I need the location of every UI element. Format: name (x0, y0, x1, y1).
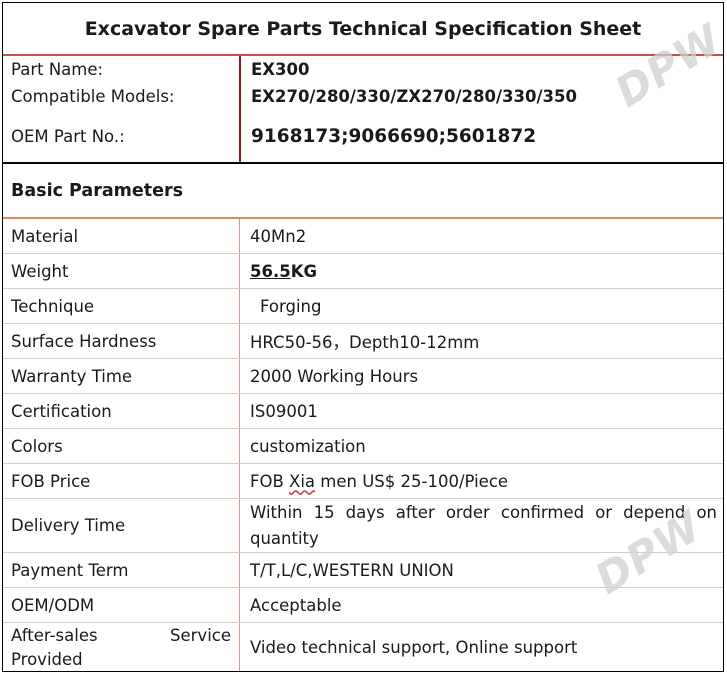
param-row-certification: Certification IS09001 (3, 394, 723, 429)
param-row-warranty: Warranty Time 2000 Working Hours (3, 359, 723, 394)
param-label: OEM/ODM (11, 595, 95, 615)
param-label: Surface Hardness (11, 331, 157, 351)
param-label: Weight (11, 261, 69, 281)
fob-prefix: FOB (250, 471, 290, 491)
param-label: Certification (11, 401, 112, 421)
fob-city-part: Xia (289, 471, 316, 491)
param-label: Warranty Time (11, 366, 133, 386)
param-label: Delivery Time (11, 516, 126, 535)
weight-number: 56.5 (250, 261, 291, 281)
oem-part-no-label: OEM Part No.: (11, 126, 125, 146)
param-label-part: Provided (11, 650, 83, 669)
param-row-surface-hardness: Surface Hardness HRC50-56，Depth10-12mm (3, 324, 723, 359)
sheet-title: Excavator Spare Parts Technical Specific… (3, 3, 723, 56)
fob-suffix: men US$ 25-100/Piece (315, 471, 509, 491)
param-label-part: After-sales (11, 626, 98, 645)
param-label: Technique (11, 296, 95, 316)
param-value: HRC50-56，Depth10-12mm (239, 324, 723, 358)
param-value: Video technical support, Online support (239, 623, 723, 671)
param-row-technique: Technique Forging (3, 289, 723, 324)
param-label: FOB Price (11, 471, 91, 491)
param-row-weight: Weight 56.5 KG (3, 254, 723, 289)
param-value: FOB Xia men US$ 25-100/Piece (239, 464, 723, 498)
param-value: 56.5 KG (239, 254, 723, 288)
param-row-after-sales: After-sales Service Provided Video techn… (3, 623, 723, 671)
param-label: Payment Term (11, 560, 129, 580)
compatible-models-label: Compatible Models: (11, 87, 175, 106)
param-value: IS09001 (239, 394, 723, 428)
param-value: 40Mn2 (239, 219, 723, 253)
part-name-label: Part Name: (11, 60, 104, 79)
spec-sheet: Excavator Spare Parts Technical Specific… (2, 2, 727, 672)
param-value: Forging (239, 289, 723, 323)
oem-part-no-row: OEM Part No.: 9168173;9066690;5601872 (3, 110, 723, 162)
param-label: Material (11, 226, 79, 246)
param-label-block: After-sales Service Provided (3, 623, 239, 671)
param-label-line: After-sales Service (11, 624, 231, 648)
param-row-fob-price: FOB Price FOB Xia men US$ 25-100/Piece (3, 464, 723, 499)
param-row-material: Material 40Mn2 (3, 219, 723, 254)
param-label: Colors (11, 436, 63, 456)
basic-parameters-heading: Basic Parameters (3, 162, 723, 219)
param-value: customization (239, 429, 723, 463)
param-label-part: Service (170, 626, 231, 645)
param-value: 2000 Working Hours (239, 359, 723, 393)
oem-part-no-value: 9168173;9066690;5601872 (239, 110, 723, 162)
param-value: Acceptable (239, 588, 723, 622)
weight-unit: KG (290, 261, 318, 281)
param-row-colors: Colors customization (3, 429, 723, 464)
